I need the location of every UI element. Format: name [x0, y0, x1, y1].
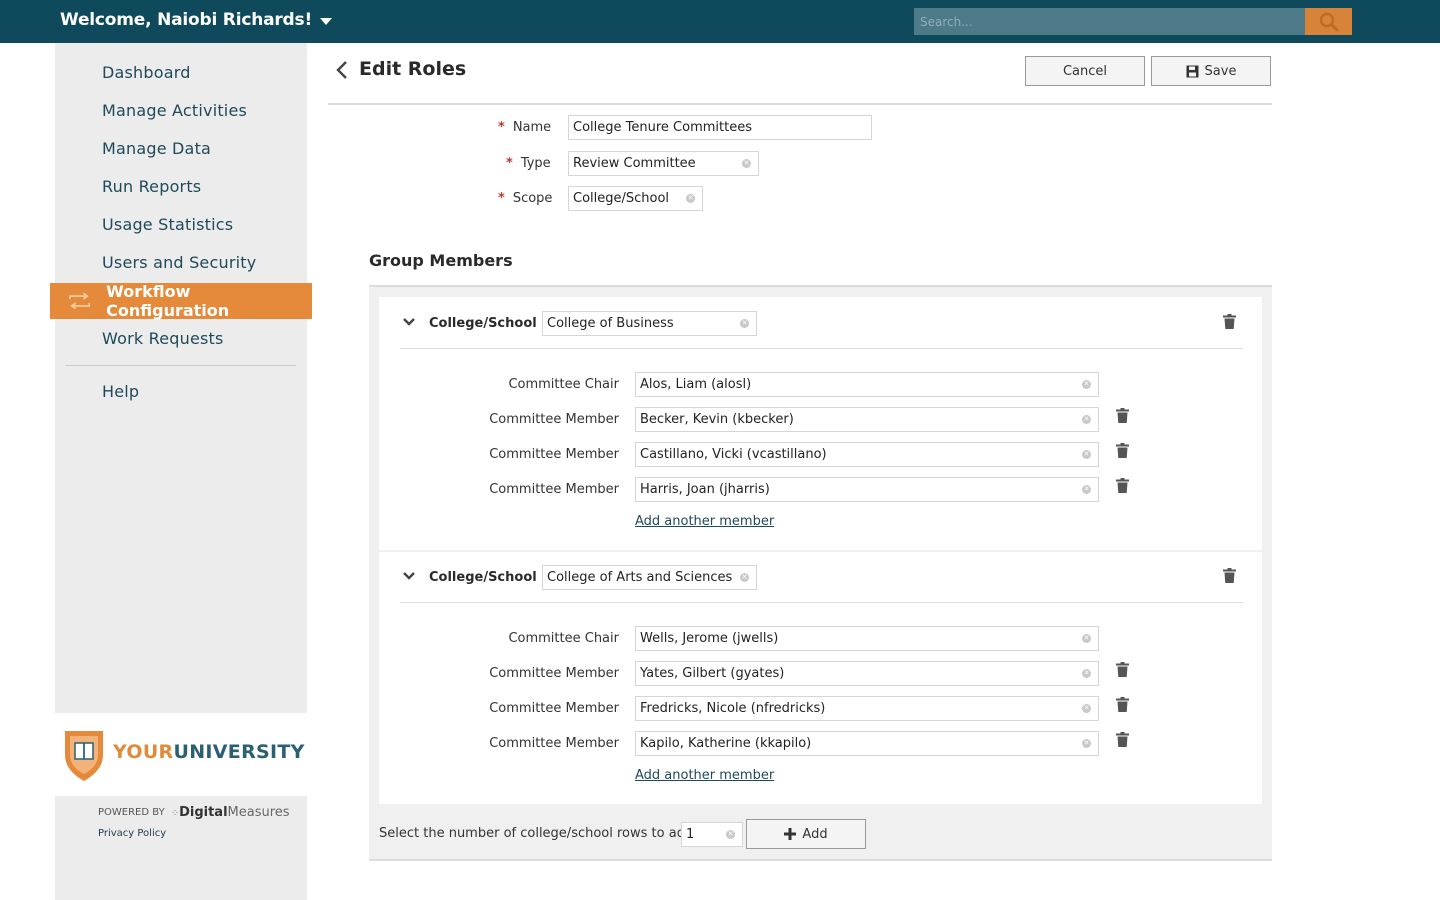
privacy-policy-link[interactable]: Privacy Policy — [98, 828, 166, 839]
trash-icon[interactable] — [1223, 314, 1236, 329]
trash-icon[interactable] — [1116, 662, 1129, 677]
trash-icon[interactable] — [1223, 568, 1236, 583]
name-field[interactable]: College Tenure Committees — [568, 115, 872, 140]
rows-prompt: Select the number of college/school rows… — [379, 826, 698, 841]
member-field[interactable]: Harris, Joan (jharris) — [635, 477, 1099, 502]
member-field[interactable]: Alos, Liam (alosl) — [635, 372, 1099, 397]
sidebar-footer: POWERED BY ⁘DigitalMeasures Privacy Poli… — [55, 796, 307, 900]
member-field[interactable]: Becker, Kevin (kbecker) — [635, 407, 1099, 432]
trash-icon[interactable] — [1116, 478, 1129, 493]
clear-icon[interactable]: ✕ — [1082, 634, 1091, 643]
logo-wordmark: YOURUNIVERSITY — [113, 741, 305, 763]
add-another-member-link[interactable]: Add another member — [635, 768, 774, 783]
scope-label: * Scope — [498, 191, 553, 206]
vendor-logo: ⁘DigitalMeasures — [170, 805, 290, 820]
group-divider — [369, 285, 1272, 287]
powered-by: POWERED BY ⁘DigitalMeasures — [98, 805, 290, 820]
sidebar-item-help[interactable]: Help — [102, 382, 139, 401]
search-input[interactable] — [914, 8, 1305, 35]
committee-member-label: Committee Member — [489, 482, 619, 497]
sidebar-item-label: Workflow Configuration — [106, 282, 230, 320]
sidebar-item-manage-activities[interactable]: Manage Activities — [102, 101, 247, 120]
college-school-select[interactable]: College of Arts and Sciences — [542, 565, 757, 590]
committee-member-label: Committee Member — [489, 447, 619, 462]
page-title: Edit Roles — [359, 58, 467, 80]
card-divider — [400, 348, 1243, 349]
user-menu[interactable]: Welcome, Naiobi Richards! — [60, 10, 332, 30]
add-another-member-link[interactable]: Add another member — [635, 514, 774, 529]
college-school-label: College/School — [429, 570, 537, 585]
sidebar-item-usage-statistics[interactable]: Usage Statistics — [102, 215, 233, 234]
clear-icon[interactable]: ✕ — [1082, 485, 1091, 494]
workflow-icon — [69, 293, 91, 309]
chevron-down-icon[interactable] — [402, 317, 416, 327]
clear-icon[interactable]: ✕ — [1082, 704, 1091, 713]
member-field[interactable]: Castillano, Vicki (vcastillano) — [635, 442, 1099, 467]
add-rows-button[interactable]: Add — [746, 819, 866, 849]
name-label: * Name — [498, 120, 552, 135]
save-button[interactable]: Save — [1151, 56, 1271, 86]
shield-logo-icon — [65, 731, 103, 781]
committee-member-label: Committee Member — [489, 666, 619, 681]
sidebar-item-work-requests[interactable]: Work Requests — [102, 329, 224, 348]
chevron-left-icon[interactable] — [335, 59, 349, 81]
clear-icon[interactable]: ✕ — [1082, 739, 1091, 748]
bottom-divider — [369, 859, 1272, 861]
trash-icon[interactable] — [1116, 732, 1129, 747]
committee-chair-label: Committee Chair — [508, 377, 619, 392]
clear-icon[interactable]: ✕ — [1082, 669, 1091, 678]
member-field[interactable]: Yates, Gilbert (gyates) — [635, 661, 1099, 686]
top-bar: Welcome, Naiobi Richards! — [0, 0, 1440, 43]
search-button[interactable] — [1305, 8, 1352, 35]
save-icon — [1186, 65, 1199, 77]
scope-select[interactable]: College/School — [568, 186, 703, 211]
card-divider — [400, 602, 1243, 603]
clear-icon[interactable]: ✕ — [740, 573, 749, 582]
committee-member-label: Committee Member — [489, 412, 619, 427]
sidebar-item-workflow-configuration[interactable]: Workflow Configuration — [50, 282, 312, 320]
university-logo: YOURUNIVERSITY — [55, 713, 307, 796]
type-label: * Type — [506, 156, 551, 171]
sidebar-divider — [65, 365, 296, 366]
welcome-text: Welcome, Naiobi Richards! — [60, 10, 312, 30]
clear-icon[interactable]: ✕ — [726, 830, 735, 839]
cancel-button[interactable]: Cancel — [1025, 56, 1145, 86]
member-field[interactable]: Wells, Jerome (jwells) — [635, 626, 1099, 651]
college-school-select[interactable]: College of Business — [542, 311, 757, 336]
clear-icon[interactable]: ✕ — [1082, 450, 1091, 459]
trash-icon[interactable] — [1116, 443, 1129, 458]
clear-icon[interactable]: ✕ — [742, 159, 751, 168]
type-select[interactable]: Review Committee — [568, 151, 759, 176]
committee-chair-label: Committee Chair — [508, 631, 619, 646]
clear-icon[interactable]: ✕ — [1082, 380, 1091, 389]
sidebar: Dashboard Manage Activities Manage Data … — [55, 43, 307, 713]
college-school-label: College/School — [429, 316, 537, 331]
trash-icon[interactable] — [1116, 408, 1129, 423]
clear-icon[interactable]: ✕ — [686, 194, 695, 203]
sidebar-item-run-reports[interactable]: Run Reports — [102, 177, 201, 196]
clear-icon[interactable]: ✕ — [1082, 415, 1091, 424]
member-field[interactable]: Kapilo, Katherine (kkapilo) — [635, 731, 1099, 756]
caret-down-icon — [320, 17, 332, 25]
group-members-title: Group Members — [369, 251, 513, 270]
clear-icon[interactable]: ✕ — [740, 319, 749, 328]
member-field[interactable]: Fredricks, Nicole (nfredricks) — [635, 696, 1099, 721]
sidebar-item-users-security[interactable]: Users and Security — [102, 253, 256, 272]
search-icon — [1319, 12, 1338, 31]
plus-icon — [784, 828, 797, 840]
committee-member-label: Committee Member — [489, 701, 619, 716]
sidebar-item-dashboard[interactable]: Dashboard — [102, 63, 191, 82]
trash-icon[interactable] — [1116, 697, 1129, 712]
committee-member-label: Committee Member — [489, 736, 619, 751]
sidebar-item-manage-data[interactable]: Manage Data — [102, 139, 211, 158]
header-divider — [328, 103, 1272, 105]
chevron-down-icon[interactable] — [402, 571, 416, 581]
